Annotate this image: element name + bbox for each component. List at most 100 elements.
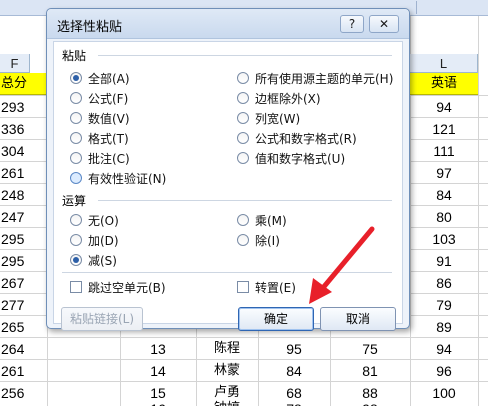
option-label: 批注(C) (88, 151, 130, 166)
radio-button (237, 92, 249, 104)
cell-l[interactable]: 91 (410, 250, 478, 272)
cell-f[interactable]: 264 (0, 338, 45, 360)
close-icon: ✕ (378, 17, 390, 31)
cell-f[interactable]: 295 (0, 250, 45, 272)
column-header-l[interactable]: L (410, 54, 478, 73)
column-header-f[interactable]: F (0, 54, 30, 73)
option-label: 跳过空单元(B) (88, 280, 166, 295)
cell-f[interactable]: 267 (0, 272, 45, 294)
help-icon: ? (348, 17, 356, 31)
radio-operation-multiply[interactable]: 乘(M) (237, 212, 287, 228)
cell-score[interactable]: 75 (330, 338, 410, 360)
cell-l[interactable]: 79 (410, 294, 478, 316)
radio-paste-column-widths[interactable]: 列宽(W) (237, 110, 300, 126)
cell-number[interactable]: 16 (120, 398, 196, 406)
grid-line (478, 16, 479, 406)
radio-paste-all[interactable]: 全部(A) (70, 70, 130, 86)
checkbox (70, 281, 82, 293)
paste-group-label: 粘贴 (62, 49, 87, 63)
cell-number[interactable]: 13 (120, 338, 196, 360)
cell-l[interactable]: 96 (410, 360, 478, 382)
option-label: 乘(M) (255, 213, 287, 228)
radio-paste-values-numbers[interactable]: 值和数字格式(U) (237, 150, 345, 166)
cell-l[interactable]: 94 (410, 338, 478, 360)
radio-paste-no-borders[interactable]: 边框除外(X) (237, 90, 321, 106)
cell-f[interactable]: 304 (0, 140, 45, 162)
radio-button (70, 72, 82, 84)
cell-score[interactable]: 98 (330, 398, 410, 406)
cell-f[interactable]: 336 (0, 118, 45, 140)
header-cell-total[interactable]: 总分 (0, 73, 47, 95)
option-label: 公式(F) (88, 91, 129, 106)
cell-name[interactable]: 林蒙 (196, 360, 258, 382)
align-icon[interactable] (420, 1, 438, 14)
dialog-titlebar[interactable]: 选择性粘贴 ? ✕ (47, 9, 409, 39)
radio-paste-formats[interactable]: 格式(T) (70, 130, 129, 146)
cell-l[interactable]: 94 (410, 96, 478, 118)
cell-score[interactable]: 78 (258, 398, 330, 406)
cell-f[interactable]: 261 (0, 360, 45, 382)
radio-button (237, 132, 249, 144)
radio-paste-formulas[interactable]: 公式(F) (70, 90, 128, 106)
cell-l[interactable]: 111 (410, 140, 478, 162)
radio-operation-subtract[interactable]: 减(S) (70, 252, 117, 268)
radio-operation-divide[interactable]: 除(I) (237, 232, 280, 248)
cell-score[interactable]: 95 (258, 338, 330, 360)
cell-f[interactable]: 247 (0, 206, 45, 228)
paste-special-dialog: 选择性粘贴 ? ✕ 粘贴 全部(A) 公式(F) 数值(V) 格式(T) 批注(… (46, 8, 410, 331)
radio-paste-validation[interactable]: 有效性验证(N) (70, 170, 166, 186)
close-button[interactable]: ✕ (369, 15, 399, 33)
toolbar-separator (416, 1, 417, 14)
paste-link-button[interactable]: 粘贴链接(L) (61, 307, 143, 331)
group-divider (98, 55, 392, 56)
cell-score[interactable]: 84 (258, 360, 330, 382)
option-label: 有效性验证(N) (88, 171, 167, 186)
help-button[interactable]: ? (340, 15, 364, 33)
radio-paste-comments[interactable]: 批注(C) (70, 150, 130, 166)
radio-operation-add[interactable]: 加(D) (70, 232, 119, 248)
cell-number[interactable]: 14 (120, 360, 196, 382)
borders-icon[interactable] (446, 1, 464, 14)
group-divider (62, 272, 392, 273)
radio-button (70, 254, 82, 266)
radio-paste-source-theme[interactable]: 所有使用源主题的单元(H) (237, 70, 393, 86)
cell-l[interactable]: 121 (410, 118, 478, 140)
radio-button (237, 112, 249, 124)
format-icon[interactable] (466, 1, 484, 14)
cell-l[interactable]: 84 (410, 184, 478, 206)
option-label: 减(S) (88, 253, 117, 268)
radio-button (70, 172, 82, 184)
dialog-body: 粘贴 全部(A) 公式(F) 数值(V) 格式(T) 批注(C) 有效性验证(N… (53, 41, 403, 331)
cell-f[interactable]: 277 (0, 294, 45, 316)
option-label: 格式(T) (88, 131, 129, 146)
cancel-button[interactable]: 取消 (320, 307, 396, 331)
cell-f[interactable]: 265 (0, 316, 45, 338)
cell-f[interactable]: 261 (0, 162, 45, 184)
cell-l[interactable]: 100 (410, 382, 478, 404)
cell-l[interactable]: 103 (410, 228, 478, 250)
cell-f[interactable]: 256 (0, 382, 45, 404)
radio-paste-formulas-numbers[interactable]: 公式和数字格式(R) (237, 130, 357, 146)
radio-paste-values[interactable]: 数值(V) (70, 110, 130, 126)
cell-l[interactable]: 89 (410, 316, 478, 338)
ok-button[interactable]: 确定 (238, 307, 314, 331)
option-label: 全部(A) (88, 71, 130, 86)
skip-blanks-checkbox[interactable]: 跳过空单元(B) (70, 279, 166, 295)
header-cell-english[interactable]: 英语 (410, 73, 478, 95)
cell-name[interactable]: 钟婷 (196, 398, 258, 406)
radio-button (70, 214, 82, 226)
cell-name[interactable]: 陈程 (196, 338, 258, 360)
checkbox (237, 281, 249, 293)
cell-f[interactable]: 295 (0, 228, 45, 250)
toolbar-button[interactable] (2, 1, 20, 14)
option-label: 加(D) (88, 233, 119, 248)
cell-l[interactable]: 86 (410, 272, 478, 294)
transpose-checkbox[interactable]: 转置(E) (237, 279, 296, 295)
radio-operation-none[interactable]: 无(O) (70, 212, 119, 228)
cell-score[interactable]: 81 (330, 360, 410, 382)
cell-f[interactable]: 248 (0, 184, 45, 206)
option-label: 数值(V) (88, 111, 130, 126)
cell-l[interactable]: 80 (410, 206, 478, 228)
cell-f[interactable]: 293 (0, 96, 45, 118)
cell-l[interactable]: 97 (410, 162, 478, 184)
